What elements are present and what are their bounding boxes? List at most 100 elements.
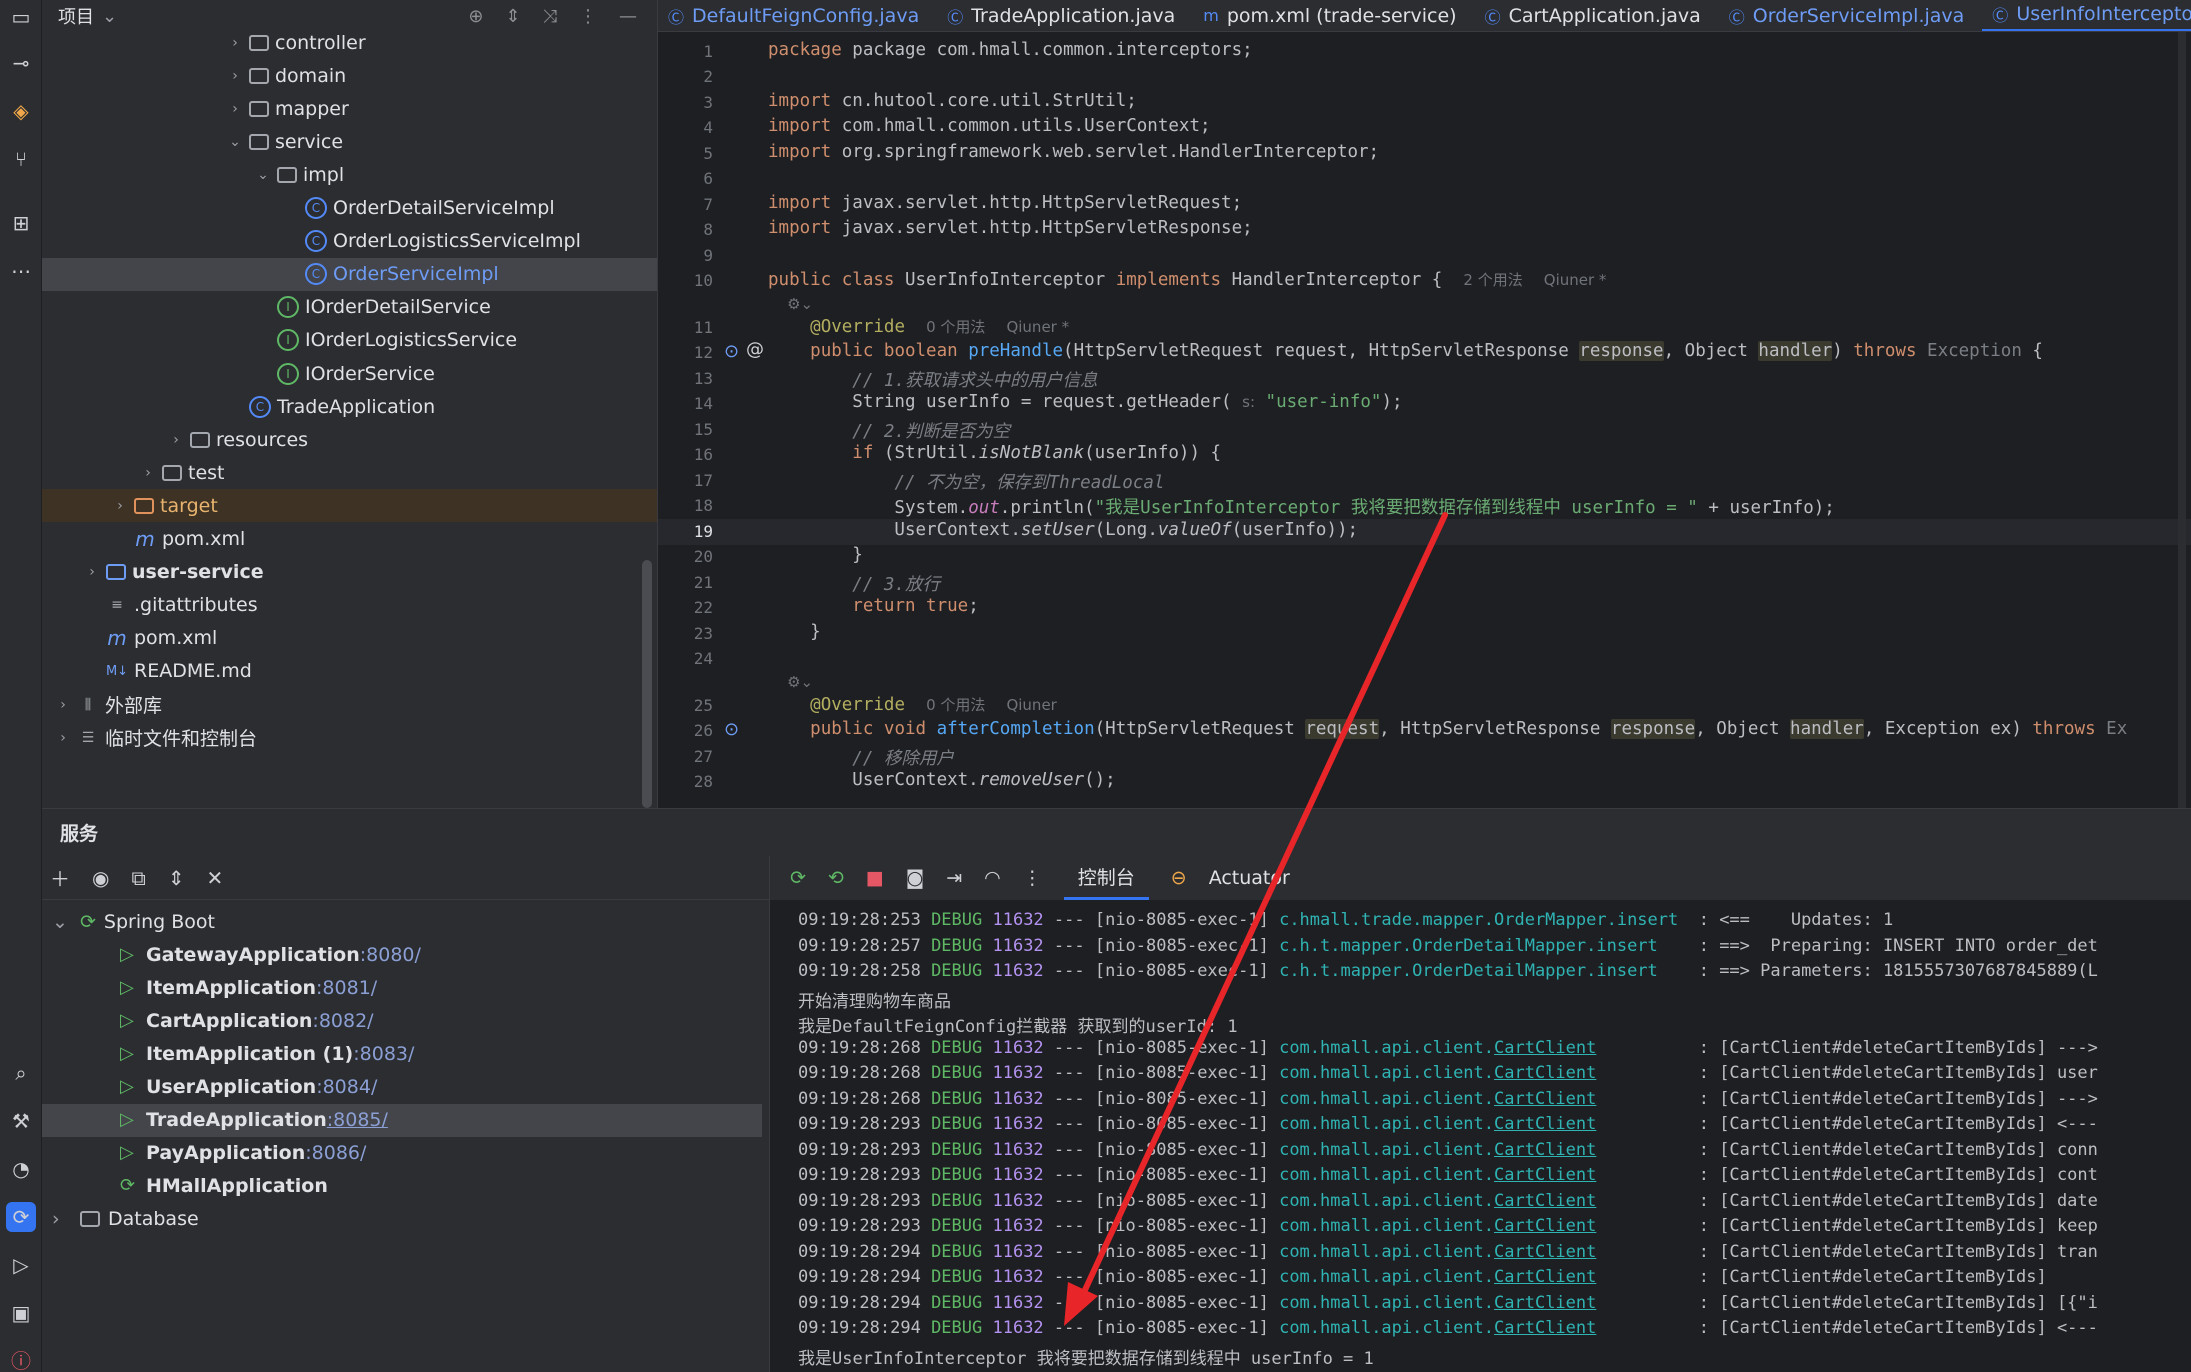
editor-tab[interactable]: Ⓒ TradeApplication.java bbox=[937, 0, 1193, 31]
tree-item[interactable]: M↓ README.md bbox=[42, 655, 657, 688]
log-logger-link[interactable]: CartClient bbox=[1494, 1140, 1596, 1160]
service-app[interactable]: ▷ ItemApplication (1):8083/ bbox=[120, 1037, 414, 1070]
tree-item[interactable]: m pom.xml bbox=[42, 523, 657, 556]
chevron-down-icon[interactable]: ⌄ bbox=[52, 911, 74, 933]
structure-icon[interactable]: ⊞ bbox=[6, 208, 36, 238]
log-logger-link[interactable]: CartClient bbox=[1494, 1216, 1596, 1236]
log-logger-link[interactable]: CartClient bbox=[1494, 1038, 1596, 1058]
service-port[interactable]: :8083/ bbox=[353, 1043, 414, 1065]
chevron-icon[interactable]: › bbox=[140, 465, 156, 481]
chevron-down-icon[interactable]: ⌄ bbox=[102, 6, 117, 27]
tree-item[interactable]: I IOrderService bbox=[42, 357, 657, 390]
log-logger[interactable]: com.hmall.api.client.CartClient bbox=[1279, 1140, 1596, 1160]
tab-actuator[interactable]: Actuator bbox=[1209, 856, 1304, 900]
tab-console[interactable]: 控制台 bbox=[1063, 856, 1149, 900]
tree-item[interactable]: › user-service bbox=[42, 556, 657, 589]
project-icon[interactable]: ▭ bbox=[6, 2, 36, 32]
service-port[interactable]: :8082/ bbox=[312, 1010, 373, 1032]
log-logger[interactable]: com.hmall.api.client.CartClient bbox=[1279, 1293, 1596, 1313]
tree-item[interactable]: ⌄ service bbox=[42, 125, 657, 158]
collapse-all-icon[interactable]: ⤨ bbox=[543, 6, 557, 27]
editor-tab[interactable]: Ⓒ UserInfoInterceptor.java bbox=[1982, 0, 2191, 31]
author-hint[interactable]: Qiuner * bbox=[1006, 318, 1069, 336]
tree-item[interactable]: › resources bbox=[42, 423, 657, 456]
new-group-icon[interactable]: ⧉ bbox=[131, 866, 145, 890]
log-logger-link[interactable]: CartClient bbox=[1494, 1293, 1596, 1313]
log-logger[interactable]: com.hmall.api.client.CartClient bbox=[1279, 1114, 1596, 1134]
build-icon[interactable]: ⚒ bbox=[6, 1106, 36, 1136]
chevron-icon[interactable]: ⌄ bbox=[255, 167, 271, 183]
hide-icon[interactable]: — bbox=[619, 6, 637, 27]
tree-item[interactable]: › ⫼ 外部库 bbox=[42, 688, 657, 721]
rerun-icon[interactable]: ⟳ bbox=[790, 867, 806, 889]
tree-item[interactable]: › controller bbox=[42, 26, 657, 59]
run-icon[interactable]: ▷ bbox=[6, 1250, 36, 1280]
commit-icon[interactable]: ⊸ bbox=[6, 48, 36, 78]
chevron-icon[interactable]: › bbox=[55, 730, 71, 746]
editor-tab[interactable]: Ⓒ OrderServiceImpl.java bbox=[1719, 0, 1983, 31]
more-icon[interactable]: ⋯ bbox=[6, 256, 36, 286]
database-group[interactable]: › Database bbox=[52, 1203, 199, 1236]
locate-icon[interactable]: ⊕ bbox=[468, 6, 483, 27]
log-logger[interactable]: com.hmall.api.client.CartClient bbox=[1279, 1191, 1596, 1211]
author-hint[interactable]: Qiuner bbox=[1006, 696, 1056, 714]
tree-item[interactable]: m pom.xml bbox=[42, 622, 657, 655]
chevron-icon[interactable]: › bbox=[227, 35, 243, 51]
log-logger-link[interactable]: CartClient bbox=[1494, 1089, 1596, 1109]
camera-icon[interactable]: ◙ bbox=[906, 867, 924, 889]
tree-item[interactable]: C OrderLogisticsServiceImpl bbox=[42, 225, 657, 258]
usage-hint[interactable]: 0 个用法 bbox=[926, 318, 985, 336]
tree-item[interactable]: C TradeApplication bbox=[42, 390, 657, 423]
log-logger-link[interactable]: CartClient bbox=[1494, 1267, 1596, 1287]
pull-request-icon[interactable]: ⑂ bbox=[6, 144, 36, 174]
expand-all-icon[interactable]: ⇕ bbox=[506, 6, 521, 27]
log-logger[interactable]: com.hmall.api.client.CartClient bbox=[1279, 1242, 1596, 1262]
chevron-icon[interactable]: › bbox=[168, 432, 184, 448]
editor-scrollbar[interactable] bbox=[2178, 32, 2186, 808]
collapse-icon[interactable]: ✕ bbox=[207, 866, 224, 890]
tree-item[interactable]: › mapper bbox=[42, 92, 657, 125]
expand-icon[interactable]: ⇕ bbox=[168, 866, 185, 890]
chevron-icon[interactable]: ⌄ bbox=[227, 134, 243, 150]
log-logger[interactable]: com.hmall.api.client.CartClient bbox=[1279, 1318, 1596, 1338]
author-hint[interactable]: Qiuner * bbox=[1544, 271, 1607, 289]
tree-item[interactable]: › domain bbox=[42, 59, 657, 92]
tree-item[interactable]: › ☰ 临时文件和控制台 bbox=[42, 721, 657, 754]
tree-item[interactable]: › test bbox=[42, 456, 657, 489]
exit-icon[interactable]: ⇥ bbox=[946, 867, 962, 889]
log-logger-link[interactable]: CartClient bbox=[1494, 1318, 1596, 1338]
tree-item[interactable]: I IOrderDetailService bbox=[42, 291, 657, 324]
log-logger[interactable]: com.hmall.api.client.CartClient bbox=[1279, 1165, 1596, 1185]
usage-hint[interactable]: 2 个用法 bbox=[1463, 271, 1522, 289]
scrollbar[interactable] bbox=[642, 560, 652, 808]
restart-icon[interactable]: ⟲ bbox=[828, 867, 844, 889]
service-app[interactable]: ▷ UserApplication:8084/ bbox=[120, 1071, 377, 1104]
log-logger-link[interactable]: CartClient bbox=[1494, 1165, 1596, 1185]
tree-item[interactable]: C OrderDetailServiceImpl bbox=[42, 192, 657, 225]
log-logger[interactable]: com.hmall.api.client.CartClient bbox=[1279, 1216, 1596, 1236]
log-logger-link[interactable]: CartClient bbox=[1494, 1114, 1596, 1134]
tree-item[interactable]: ≡ .gitattributes bbox=[42, 589, 657, 622]
override-marker-icon[interactable]: ⊙ bbox=[724, 341, 739, 362]
tree-item[interactable]: I IOrderLogisticsService bbox=[42, 324, 657, 357]
log-logger-link[interactable]: CartClient bbox=[1494, 1063, 1596, 1083]
services-icon[interactable]: ⟳ bbox=[6, 1202, 36, 1232]
problems-icon[interactable]: ⓘ bbox=[6, 1346, 36, 1372]
chevron-icon[interactable]: › bbox=[227, 101, 243, 117]
chevron-right-icon[interactable]: › bbox=[52, 1208, 74, 1230]
tree-item[interactable]: › target bbox=[42, 489, 657, 523]
profiler-icon[interactable]: ◔ bbox=[6, 1154, 36, 1184]
editor-tab[interactable]: Ⓒ CartApplication.java bbox=[1475, 0, 1719, 31]
service-port[interactable]: :8085/ bbox=[327, 1109, 388, 1131]
log-logger-link[interactable]: CartClient bbox=[1494, 1242, 1596, 1262]
eye-icon[interactable]: ◉ bbox=[92, 866, 109, 890]
code-view[interactable]: package package com.hmall.common.interce… bbox=[768, 32, 2191, 808]
tree-item[interactable]: C OrderServiceImpl bbox=[42, 257, 657, 291]
spring-boot-group[interactable]: ⌄ ⟳ Spring Boot bbox=[52, 905, 215, 938]
chevron-icon[interactable]: › bbox=[55, 697, 71, 713]
log-logger[interactable]: com.hmall.api.client.CartClient bbox=[1279, 1267, 1596, 1287]
at-sign-icon[interactable]: @ bbox=[746, 339, 764, 360]
editor-tab[interactable]: m pom.xml (trade-service) bbox=[1193, 0, 1474, 31]
usage-hint[interactable]: 0 个用法 bbox=[926, 696, 985, 714]
service-app[interactable]: ▷ GatewayApplication:8080/ bbox=[120, 938, 421, 971]
